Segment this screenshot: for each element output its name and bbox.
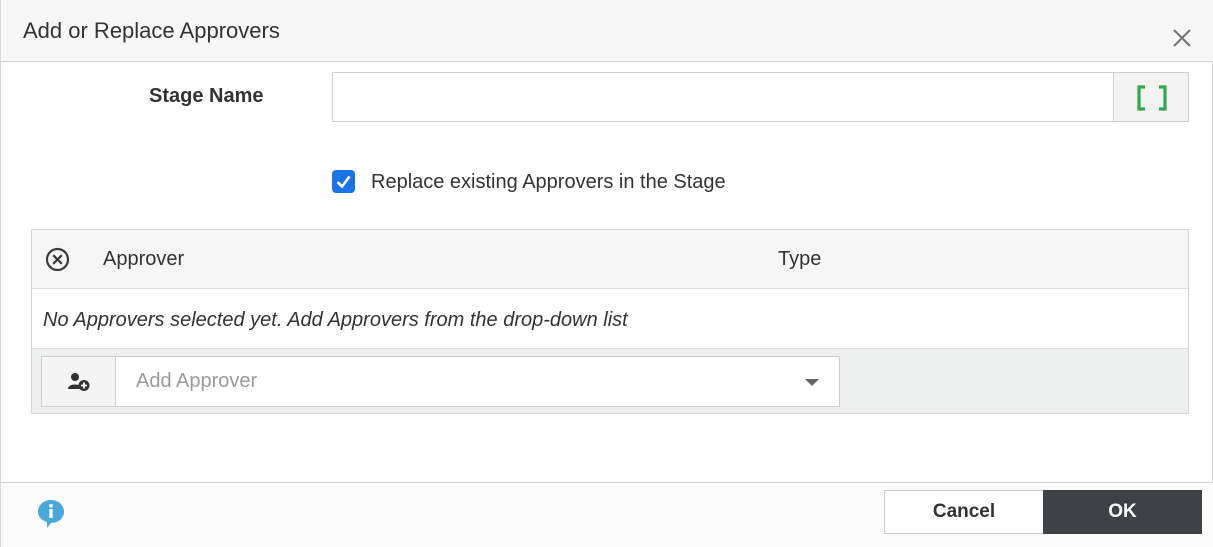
replace-approvers-label: Replace existing Approvers in the Stage (371, 171, 726, 193)
dialog-title: Add or Replace Approvers (23, 18, 280, 43)
add-approver-dropdown[interactable]: Add Approver (116, 356, 840, 407)
add-approver-row: Add Approver (32, 348, 1188, 413)
add-approver-placeholder: Add Approver (136, 370, 258, 392)
chevron-down-icon (805, 379, 819, 386)
approvers-table-header: Approver Type (32, 230, 1188, 289)
ok-button[interactable]: OK (1043, 490, 1202, 534)
add-replace-approvers-dialog: Add or Replace Approvers Stage Name Repl… (0, 0, 1213, 547)
cancel-button[interactable]: Cancel (884, 490, 1044, 534)
approvers-table: Approver Type No Approvers selected yet.… (31, 229, 1189, 414)
variable-button[interactable] (1113, 72, 1189, 122)
replace-approvers-checkbox[interactable] (332, 170, 355, 193)
checkmark-icon (336, 175, 351, 189)
dialog-titlebar: Add or Replace Approvers (1, 0, 1213, 62)
column-header-approver: Approver (103, 248, 185, 270)
info-icon[interactable] (37, 499, 65, 529)
close-icon[interactable] (1168, 24, 1196, 52)
add-user-icon (68, 373, 90, 391)
brackets-icon (1137, 85, 1167, 111)
add-approver-icon-box (41, 356, 116, 407)
empty-approvers-message: No Approvers selected yet. Add Approvers… (43, 309, 628, 331)
dialog-footer: Cancel OK (1, 482, 1213, 547)
stage-name-input[interactable] (332, 72, 1114, 122)
stage-name-label: Stage Name (149, 85, 264, 107)
column-header-type: Type (778, 248, 822, 270)
clear-all-icon[interactable] (45, 247, 70, 272)
